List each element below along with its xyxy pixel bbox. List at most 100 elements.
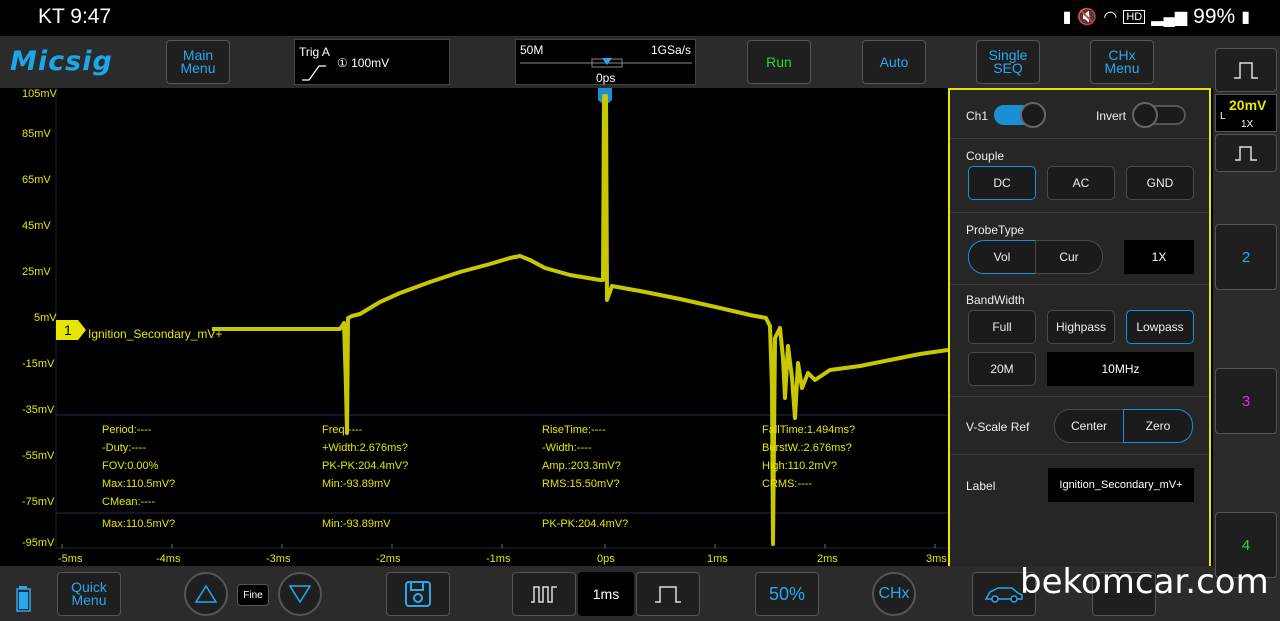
memory-position-icon xyxy=(520,58,692,68)
bw-full-button[interactable]: Full xyxy=(968,310,1036,344)
x-tick-label: -5ms xyxy=(58,553,83,565)
watermark: bekomcar.com xyxy=(1020,562,1269,602)
channel-strip: 20mV L 1X 2 3 4 xyxy=(1213,36,1280,621)
quick-menu-button[interactable]: Quick Menu xyxy=(57,572,121,616)
y-tick-label: 25mV xyxy=(22,266,51,278)
wide-pulse-icon xyxy=(655,586,681,603)
meas-amp: Amp.:203.3mV? xyxy=(542,460,621,472)
ch1-toggle[interactable] xyxy=(994,102,1046,128)
timebase-increase-button[interactable] xyxy=(512,572,576,616)
run-button[interactable]: Run xyxy=(747,40,811,84)
meas-crms: CRMS:---- xyxy=(762,478,813,490)
chx-menu-button[interactable]: CHx Menu xyxy=(1090,40,1154,84)
time-position: 0ps xyxy=(596,71,616,85)
couple-dc-button[interactable]: DC xyxy=(968,166,1036,200)
sample-rate: 1GSa/s xyxy=(650,43,691,57)
save-button[interactable] xyxy=(386,572,450,616)
meas-neg-duty: -Duty:---- xyxy=(102,442,146,454)
probe-cur-button[interactable]: Cur xyxy=(1035,240,1103,274)
couple-gnd-button[interactable]: GND xyxy=(1126,166,1194,200)
x-tick-label: -4ms xyxy=(156,553,181,565)
ch2-button[interactable]: 2 xyxy=(1215,224,1277,290)
ch3-button[interactable]: 3 xyxy=(1215,368,1277,434)
mute-icon: 🔇 xyxy=(1077,9,1098,26)
ch1-enable-row: Ch1 Invert xyxy=(950,90,1209,139)
ch1-probe: 1X xyxy=(1241,119,1254,130)
y-tick-label: 105mV xyxy=(22,88,57,100)
meas-risetime: RiseTime:---- xyxy=(542,424,606,436)
y-tick-label: -95mV xyxy=(22,537,55,549)
scope-screen[interactable]: 105mV 85mV 65mV 45mV 25mV 5mV -15mV -35m… xyxy=(0,88,948,566)
trigger-panel[interactable]: Trig A ① 100mV xyxy=(294,39,450,85)
main-menu-button[interactable]: Main Menu xyxy=(166,40,230,84)
probe-ratio-field[interactable]: 1X xyxy=(1124,240,1194,274)
channel-settings-panel: Ch1 Invert Couple DC AC GND ProbeType Vo… xyxy=(948,88,1211,569)
invert-toggle[interactable] xyxy=(1132,102,1186,128)
trigger-level: ① 100mV xyxy=(337,56,390,70)
status-icons: ▮ 🔇 ◠ HD ▂▄▆ 99% ▮ xyxy=(1063,5,1250,29)
bandwidth-row: BandWidth Full Highpass Lowpass 20M 10MH… xyxy=(950,285,1209,397)
wifi-icon: ◠ xyxy=(1103,9,1118,26)
fine-toggle[interactable]: Fine xyxy=(237,584,269,606)
toggle-knob xyxy=(1020,102,1046,128)
meas-stat-pkpk: PK-PK:204.4mV? xyxy=(542,518,629,530)
meas-burst-width: BurstW.:2.676ms? xyxy=(762,442,852,454)
y-tick-label: 45mV xyxy=(22,220,51,232)
micsig-logo: Micsig xyxy=(10,46,113,77)
probe-vol-button[interactable]: Vol xyxy=(968,240,1036,274)
probe-type-title: ProbeType xyxy=(966,223,1025,237)
bw-20m-button[interactable]: 20M xyxy=(968,352,1036,386)
y-tick-label: -35mV xyxy=(22,404,55,416)
vscale-ref-title: V-Scale Ref xyxy=(966,420,1030,434)
memory-depth: 50M xyxy=(520,43,544,57)
x-tick-label: 0ps xyxy=(597,553,615,565)
meas-max: Max:110.5mV? xyxy=(102,478,176,490)
x-tick-label: -1ms xyxy=(486,553,511,565)
channel-label: Ignition_Secondary_mV+ xyxy=(88,327,223,341)
save-icon xyxy=(405,581,431,607)
bw-value-field[interactable]: 10MHz xyxy=(1047,352,1194,386)
rising-edge-icon xyxy=(302,65,326,81)
couple-ac-button[interactable]: AC xyxy=(1047,166,1115,200)
meas-stat-max: Max:110.5mV? xyxy=(102,518,176,530)
pulse-icon xyxy=(1235,146,1257,161)
timebase-decrease-button[interactable] xyxy=(636,572,700,616)
label-input[interactable]: Ignition_Secondary_mV+ xyxy=(1048,468,1194,502)
y-tick-label: 85mV xyxy=(22,128,51,140)
scale-down-button[interactable] xyxy=(278,572,322,616)
ch1-scale-box[interactable]: 20mV L 1X xyxy=(1215,94,1277,132)
x-tick-label: -2ms xyxy=(376,553,401,565)
trigger-label: Trig A xyxy=(299,45,330,59)
meas-rms: RMS:15.50mV? xyxy=(542,478,620,490)
x-tick-label: 1ms xyxy=(707,553,728,565)
single-seq-button[interactable]: Single SEQ xyxy=(976,40,1040,84)
meas-cmean: CMean:---- xyxy=(102,496,156,508)
chx-button[interactable]: CHx xyxy=(872,572,916,616)
y-tick-label: -75mV xyxy=(22,496,55,508)
ch1-offset-marker[interactable]: 1 xyxy=(56,320,86,340)
meas-fov: FOV:0.00% xyxy=(102,460,159,472)
meas-stat-min: Min:-93.89mV xyxy=(322,518,391,530)
timebase-panel[interactable]: 50M 1GSa/s 0ps xyxy=(515,39,696,85)
bw-highpass-button[interactable]: Highpass xyxy=(1047,310,1115,344)
vscale-zero-button[interactable]: Zero xyxy=(1123,409,1193,443)
car-icon xyxy=(984,587,1023,603)
meas-falltime: FallTime:1.494ms? xyxy=(762,424,856,436)
auto-button[interactable]: Auto xyxy=(862,40,926,84)
x-tick-label: -3ms xyxy=(266,553,291,565)
y-tick-label: -55mV xyxy=(22,450,55,462)
vscale-ref-row: V-Scale Ref Center Zero xyxy=(950,397,1209,455)
vscale-center-button[interactable]: Center xyxy=(1054,409,1124,443)
bw-lowpass-button[interactable]: Lowpass xyxy=(1126,310,1194,344)
status-bar: KT 9:47 ▮ 🔇 ◠ HD ▂▄▆ 99% ▮ xyxy=(0,0,1280,36)
meas-neg-width: -Width:---- xyxy=(542,442,592,454)
fifty-percent-button[interactable]: 50% xyxy=(755,572,819,616)
meas-freq: Freq:---- xyxy=(322,424,363,436)
invert-label: Invert xyxy=(1096,109,1127,123)
pulse-wave-button[interactable] xyxy=(1215,48,1277,92)
battery-icon: ▮ xyxy=(1241,9,1250,26)
pulse-small-button[interactable] xyxy=(1215,134,1277,172)
toggle-knob xyxy=(1132,102,1158,128)
y-tick-label: -15mV xyxy=(22,358,55,370)
scale-up-button[interactable] xyxy=(184,572,228,616)
